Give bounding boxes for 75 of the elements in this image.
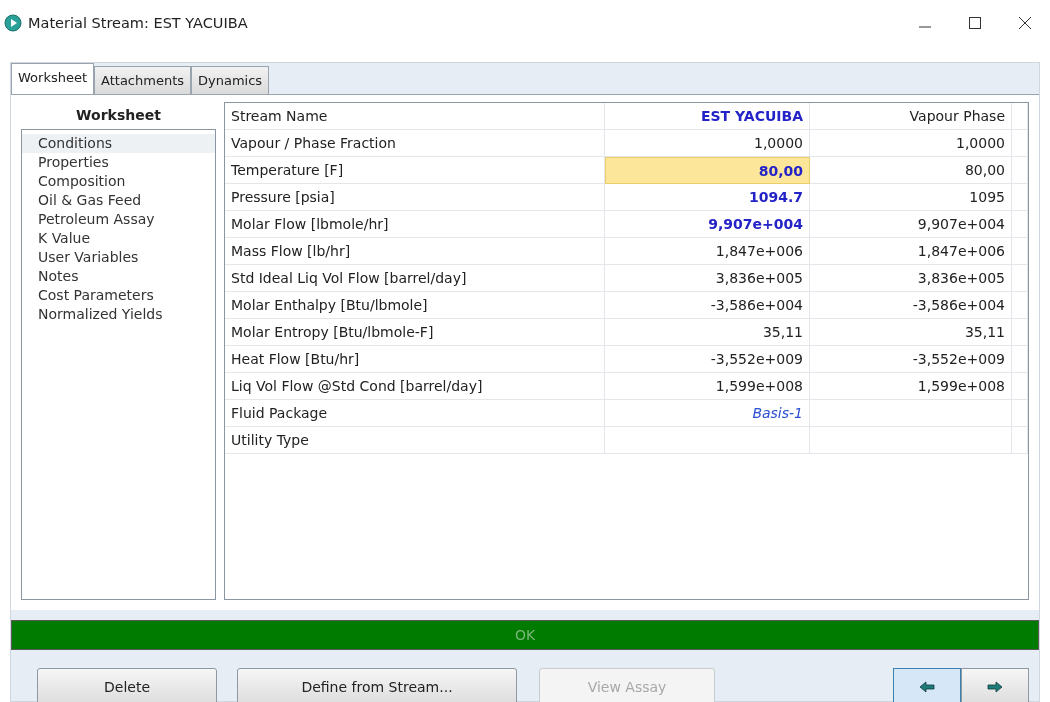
arrow-icon [918, 680, 936, 694]
window-title: Material Stream: EST YACUIBA [28, 15, 249, 31]
value-cell[interactable]: EST YACUIBA [605, 103, 810, 130]
value-cell[interactable]: 35,11 [605, 319, 810, 346]
property-label: Vapour / Phase Fraction [225, 130, 605, 157]
value-cell[interactable]: 9,907e+004 [605, 211, 810, 238]
action-button[interactable]: Define from Stream... [237, 668, 517, 702]
sidebar-heading: Worksheet [75, 106, 162, 125]
value-cell[interactable]: 1,847e+006 [605, 238, 810, 265]
empty-cell [1012, 103, 1028, 130]
sidebar-item[interactable]: User Variables [22, 248, 215, 267]
property-label: Std Ideal Liq Vol Flow [barrel/day] [225, 265, 605, 292]
arrow-icon [986, 680, 1004, 694]
property-label: Utility Type [225, 427, 605, 454]
empty-cell [1012, 319, 1028, 346]
tab[interactable]: Worksheet [11, 63, 95, 94]
sidebar-item[interactable]: K Value [22, 229, 215, 248]
value-cell[interactable]: 1,599e+008 [605, 373, 810, 400]
phase-value-cell: 1,0000 [810, 130, 1012, 157]
phase-value-cell: 35,11 [810, 319, 1012, 346]
phase-value-cell: 80,00 [810, 157, 1012, 184]
sidebar-item[interactable]: Properties [22, 153, 215, 172]
empty-cell [1012, 130, 1028, 157]
property-label: Liq Vol Flow @Std Cond [barrel/day] [225, 373, 605, 400]
action-button[interactable]: Delete [37, 668, 217, 702]
phase-value-cell: -3,552e+009 [810, 346, 1012, 373]
property-label: Molar Enthalpy [Btu/lbmole] [225, 292, 605, 319]
empty-cell [1012, 427, 1028, 454]
value-cell[interactable]: 3,836e+005 [605, 265, 810, 292]
property-label: Heat Flow [Btu/hr] [225, 346, 605, 373]
empty-cell [1012, 373, 1028, 400]
close-icon [1018, 16, 1032, 30]
sidebar-item[interactable]: Composition [22, 172, 215, 191]
phase-value-cell: Vapour Phase [810, 103, 1012, 130]
empty-cell [1012, 157, 1028, 184]
empty-cell [1012, 346, 1028, 373]
property-label: Molar Flow [lbmole/hr] [225, 211, 605, 238]
property-label: Fluid Package [225, 400, 605, 427]
value-cell[interactable]: -3,552e+009 [605, 346, 810, 373]
sidebar-item[interactable]: Oil & Gas Feed [22, 191, 215, 210]
value-cell[interactable]: Basis-1 [605, 400, 810, 427]
minimize-icon [919, 26, 931, 28]
sidebar-item[interactable]: Petroleum Assay [22, 210, 215, 229]
tab[interactable]: Dynamics [191, 66, 270, 94]
sidebar-item[interactable]: Cost Parameters [22, 286, 215, 305]
property-label: Pressure [psia] [225, 184, 605, 211]
empty-cell [1012, 265, 1028, 292]
value-cell[interactable]: -3,586e+004 [605, 292, 810, 319]
phase-value-cell: 3,836e+005 [810, 265, 1012, 292]
phase-value-cell: 1,847e+006 [810, 238, 1012, 265]
sidebar-item[interactable]: Conditions [22, 134, 215, 153]
empty-cell[interactable] [605, 427, 810, 454]
empty-cell [1012, 292, 1028, 319]
maximize-icon [968, 16, 982, 30]
property-label: Temperature [F] [225, 157, 605, 184]
property-label: Mass Flow [lb/hr] [225, 238, 605, 265]
value-cell[interactable]: 80,00 [605, 157, 810, 184]
next-button[interactable] [961, 668, 1029, 702]
empty-cell [1012, 400, 1028, 427]
phase-value-cell: -3,586e+004 [810, 292, 1012, 319]
empty-cell [1012, 211, 1028, 238]
empty-cell [1012, 184, 1028, 211]
value-cell[interactable]: 1094.7 [605, 184, 810, 211]
tab[interactable]: Attachments [94, 66, 191, 94]
phase-value-cell: 9,907e+004 [810, 211, 1012, 238]
previous-button[interactable] [893, 668, 961, 702]
sidebar-item[interactable]: Normalized Yields [22, 305, 215, 324]
play-icon [4, 14, 22, 32]
status-bar: OK [11, 620, 1039, 650]
property-label: Stream Name [225, 103, 605, 130]
sidebar-item[interactable]: Notes [22, 267, 215, 286]
phase-value-cell: 1,599e+008 [810, 373, 1012, 400]
property-label: Molar Entropy [Btu/lbmole-F] [225, 319, 605, 346]
empty-cell [1012, 238, 1028, 265]
phase-value-cell: 1095 [810, 184, 1012, 211]
